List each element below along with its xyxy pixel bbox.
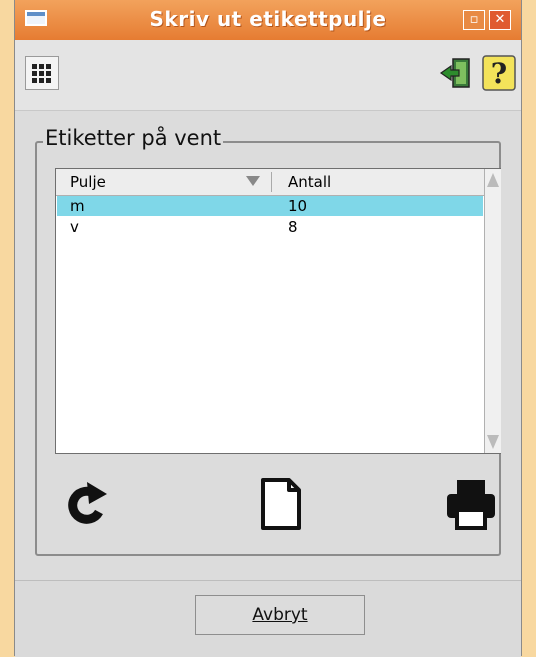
title-bar[interactable]: Skriv ut etikettpulje ▫ ✕ (15, 0, 521, 40)
sort-down-icon[interactable] (246, 176, 260, 186)
list-row[interactable]: m 10 (57, 196, 483, 216)
cancel-button-label: Avbryt (252, 605, 308, 625)
grid-icon[interactable] (25, 56, 59, 90)
group-legend: Etiketter på vent (43, 126, 224, 150)
printer-icon[interactable] (443, 474, 499, 534)
row-antall: 8 (288, 218, 298, 236)
new-document-icon[interactable] (253, 474, 309, 534)
list-header: Pulje Antall (56, 169, 484, 196)
batch-list[interactable]: Pulje Antall m 10 v 8 (55, 168, 501, 454)
svg-text:?: ? (491, 57, 507, 90)
toolbar: ? (15, 40, 521, 111)
column-separator[interactable] (271, 172, 272, 192)
exit-icon[interactable] (439, 56, 473, 90)
footer-bar: Avbryt (15, 580, 521, 657)
list-row[interactable]: v 8 (57, 217, 483, 237)
scroll-up-icon[interactable] (487, 173, 499, 187)
help-icon[interactable]: ? (481, 54, 516, 91)
close-button[interactable]: ✕ (489, 10, 511, 30)
row-antall: 10 (288, 197, 308, 215)
refresh-icon[interactable] (59, 474, 115, 534)
vertical-scrollbar[interactable] (484, 169, 501, 453)
column-header-antall[interactable]: Antall (288, 173, 331, 191)
row-pulje: v (70, 218, 79, 236)
row-pulje: m (70, 197, 85, 215)
window-title: Skriv ut etikettpulje (149, 7, 387, 31)
column-header-pulje[interactable]: Pulje (70, 173, 106, 191)
cancel-button[interactable]: Avbryt (195, 595, 365, 635)
scroll-down-icon[interactable] (487, 435, 499, 449)
dialog-window: Skriv ut etikettpulje ▫ ✕ ? Etiketter på… (14, 0, 522, 657)
minimize-button[interactable]: ▫ (463, 10, 485, 30)
